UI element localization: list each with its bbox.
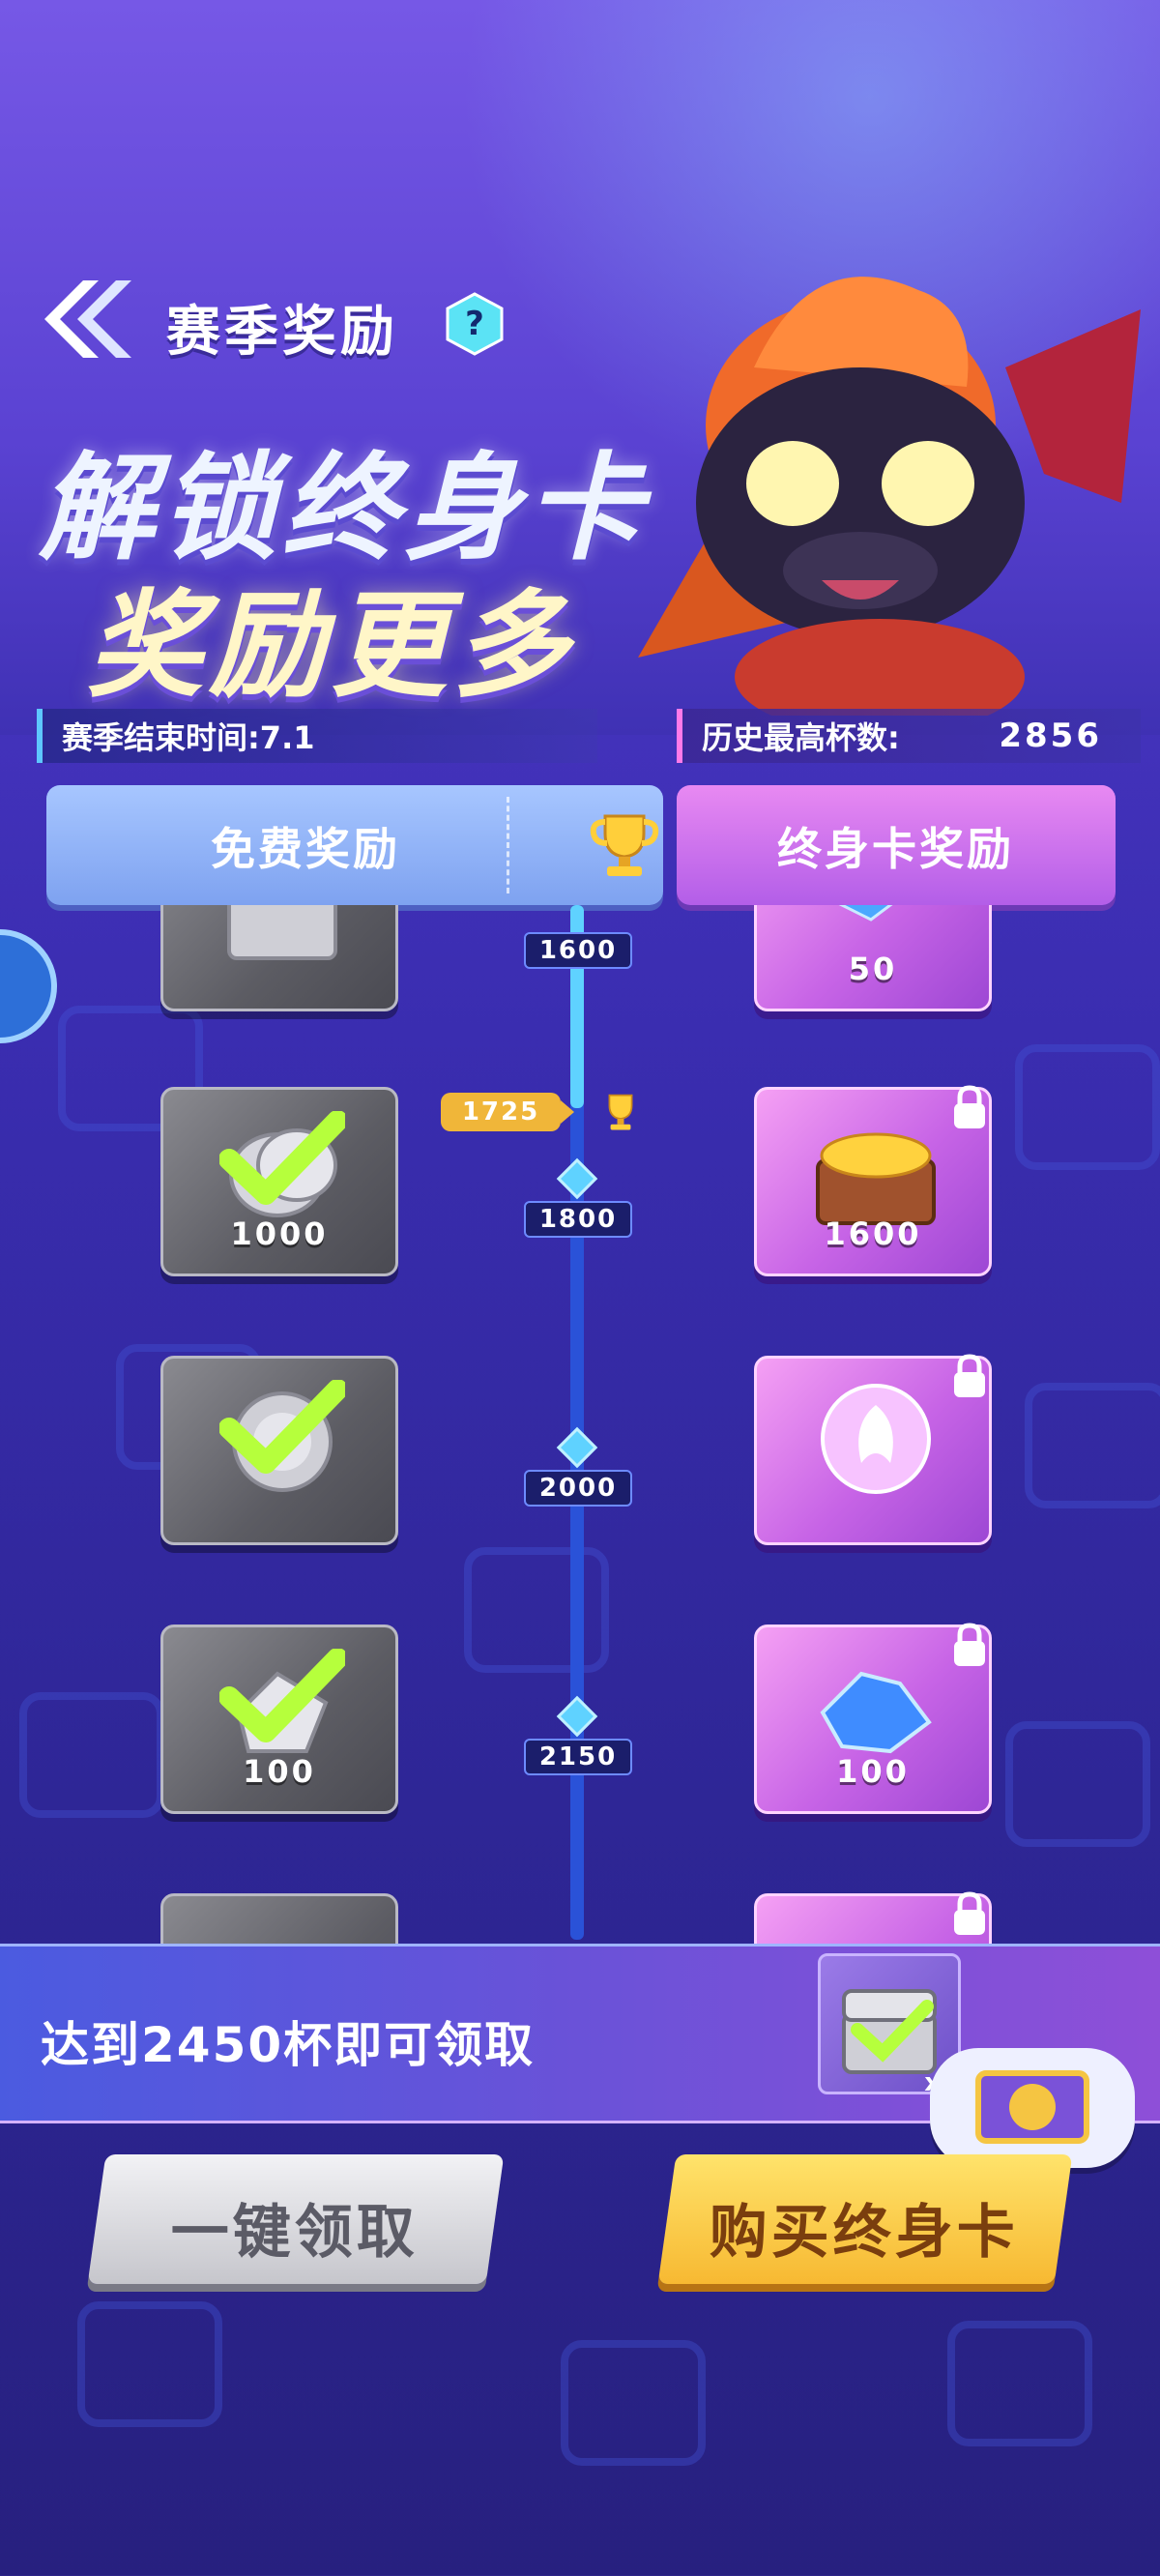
trophy-icon <box>608 1094 633 1130</box>
phoenix-emblem-icon <box>821 1384 931 1494</box>
lifetime-reward-amount: 50 <box>848 951 898 987</box>
buy-lifetime-card-label: 购买终身卡 <box>709 2199 1019 2267</box>
lock-icon <box>954 1354 985 1397</box>
gem-icon <box>820 1671 932 1754</box>
help-button[interactable]: ? <box>445 292 505 356</box>
buy-lifetime-card-button[interactable]: 购买终身卡 <box>657 2154 1073 2284</box>
free-reward-amount: 100 <box>243 1753 316 1790</box>
milestone-label: 2000 <box>524 1470 632 1507</box>
lock-icon <box>954 1085 985 1128</box>
claim-all-label: 一键领取 <box>170 2199 419 2267</box>
lifetime-reward-card[interactable] <box>754 1354 992 1545</box>
free-reward-card[interactable]: 1000 <box>160 1087 398 1276</box>
lifetime-reward-card[interactable] <box>754 1891 992 1944</box>
next-reward-text: 达到2450杯即可领取 <box>41 2017 536 2073</box>
milestone-label: 2150 <box>524 1739 632 1775</box>
check-icon <box>219 1649 345 1742</box>
tab-divider <box>507 797 509 893</box>
lock-icon <box>954 1891 985 1935</box>
best-trophy-label: 历史最高杯数: <box>702 719 900 756</box>
back-button[interactable] <box>37 276 133 363</box>
tab-free-rewards[interactable]: 免费奖励 <box>46 785 663 905</box>
chest-icon <box>227 905 337 960</box>
help-glyph: ? <box>465 305 484 343</box>
card-badge-icon <box>975 2070 1089 2144</box>
trophy-icon <box>590 814 659 876</box>
free-reward-card[interactable]: 100 <box>160 1625 398 1814</box>
tab-lifetime-label: 终身卡奖励 <box>777 823 1014 875</box>
check-icon <box>219 1380 345 1474</box>
free-reward-card[interactable] <box>160 1356 398 1545</box>
claim-all-button[interactable]: 一键领取 <box>87 2154 505 2284</box>
banner-subheadline: 奖励更多 <box>87 579 574 714</box>
tab-lifetime-rewards[interactable]: 终身卡奖励 <box>677 785 1116 905</box>
side-menu-icon[interactable] <box>0 919 58 1054</box>
free-reward-amount: 1000 <box>230 1215 329 1252</box>
milestone-label: 1800 <box>524 1201 632 1238</box>
double-chevron-left-icon <box>44 280 131 358</box>
best-trophy-value: 2856 <box>999 717 1102 755</box>
lock-icon <box>954 1623 985 1666</box>
treasure-chest-icon <box>816 1132 936 1225</box>
free-reward-card[interactable] <box>160 1893 398 1944</box>
lifetime-card-badge[interactable] <box>930 2048 1135 2168</box>
dragon-mascot-image <box>638 277 1141 716</box>
check-icon <box>219 1111 345 1205</box>
lifetime-reward-card[interactable]: 1600 <box>754 1085 992 1276</box>
tab-free-label: 免费奖励 <box>211 823 400 875</box>
best-trophy-record: 历史最高杯数: 2856 <box>677 709 1141 763</box>
season-end-time: 赛季结束时间:7.1 <box>37 709 597 763</box>
free-reward-card[interactable] <box>160 905 398 1011</box>
page-title: 赛季奖励 <box>166 301 398 364</box>
lifetime-reward-card[interactable]: 100 <box>754 1623 992 1814</box>
milestone-label: 1600 <box>524 932 632 969</box>
current-trophy-count: 1725 <box>441 1093 574 1131</box>
lifetime-reward-amount: 100 <box>836 1753 910 1790</box>
lifetime-reward-amount: 1600 <box>824 1215 922 1252</box>
season-end-text: 赛季结束时间:7.1 <box>62 719 315 756</box>
lifetime-reward-card[interactable]: 50 <box>754 905 992 1011</box>
